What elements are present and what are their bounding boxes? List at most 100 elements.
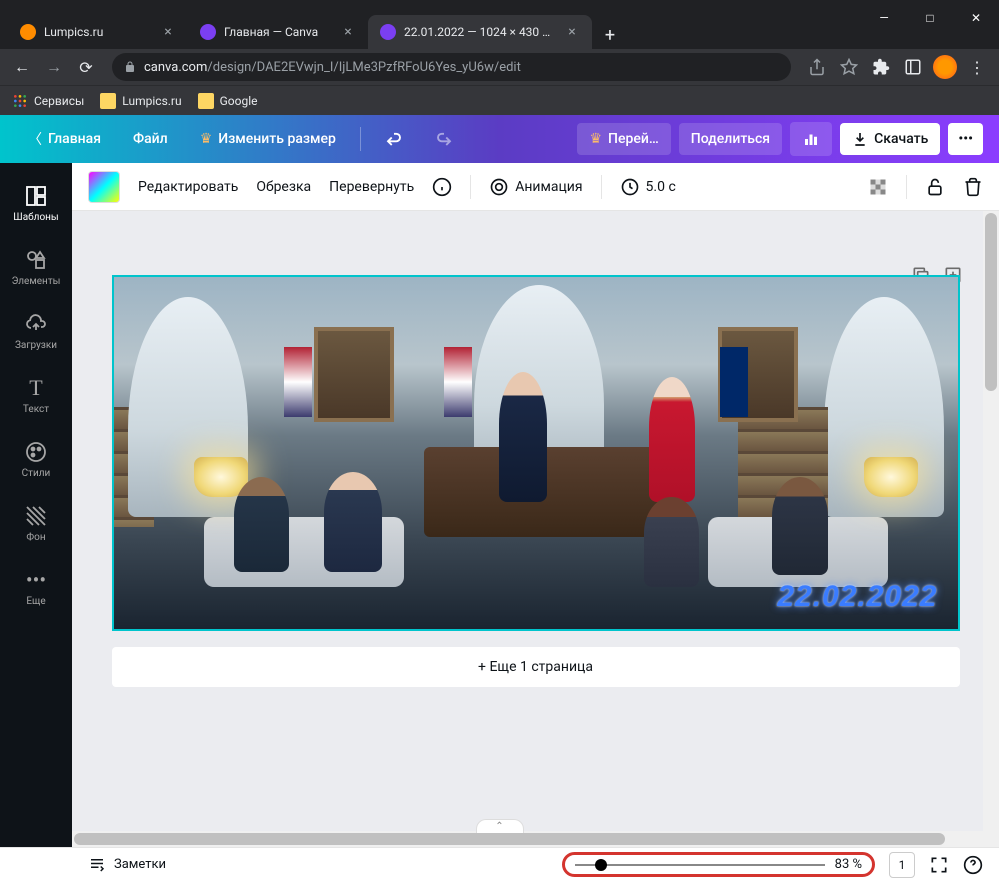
zoom-control-highlighted: 83 % xyxy=(562,852,875,877)
edit-image-button[interactable]: Редактировать xyxy=(138,179,238,195)
separator xyxy=(906,175,907,199)
page-peek-handle[interactable]: ⌃ xyxy=(476,819,524,833)
fullscreen-button[interactable] xyxy=(929,855,949,875)
tab-title: 22.01.2022 — 1024 × 430 пикс xyxy=(404,25,556,39)
share-icon[interactable] xyxy=(803,53,831,81)
vertical-scrollbar[interactable] xyxy=(983,211,999,847)
download-label: Скачать xyxy=(874,131,928,147)
profile-avatar[interactable] xyxy=(931,53,959,81)
tab-close-button[interactable]: × xyxy=(340,24,356,40)
page-number-button[interactable]: 1 xyxy=(889,852,915,878)
templates-icon xyxy=(24,184,48,208)
browser-tab-active[interactable]: 22.01.2022 — 1024 × 430 пикс × xyxy=(368,15,592,49)
context-toolbar: Редактировать Обрезка Перевернуть Анимац… xyxy=(72,163,999,211)
nav-forward-button[interactable]: → xyxy=(40,53,68,81)
notes-button[interactable]: Заметки xyxy=(114,857,166,872)
upgrade-label: Перей… xyxy=(608,131,659,147)
canvas-area[interactable]: 22.02.2022 + Еще 1 страница xyxy=(72,211,999,847)
color-picker-button[interactable] xyxy=(88,171,120,203)
flip-button[interactable]: Перевернуть xyxy=(329,179,414,195)
sidebar-label: Еще xyxy=(26,596,45,607)
sidebar-item-background[interactable]: Фон xyxy=(0,491,72,555)
extensions-icon[interactable] xyxy=(867,53,895,81)
resize-label: Изменить размер xyxy=(218,131,336,147)
chevron-left-icon: 〈 xyxy=(28,129,42,149)
reading-list-icon[interactable] xyxy=(899,53,927,81)
home-label: Главная xyxy=(48,131,101,147)
url-input[interactable]: canva.com/design/DAE2EVwjn_I/IjLMe3PzfRF… xyxy=(112,53,791,81)
info-button[interactable] xyxy=(432,177,452,197)
sidebar-item-more[interactable]: ••• Еще xyxy=(0,555,72,619)
delete-button[interactable] xyxy=(963,177,983,197)
date-text-overlay[interactable]: 22.02.2022 xyxy=(777,580,937,614)
animate-label: Анимация xyxy=(515,179,582,195)
browser-tab[interactable]: Главная — Canva × xyxy=(188,15,368,49)
sidebar-label: Элементы xyxy=(12,276,61,287)
more-menu-button[interactable]: ••• xyxy=(948,123,983,155)
sidebar-item-uploads[interactable]: Загрузки xyxy=(0,299,72,363)
design-canvas[interactable]: 22.02.2022 xyxy=(112,275,960,631)
add-page-bar[interactable]: + Еще 1 страница xyxy=(112,647,960,687)
insights-button[interactable] xyxy=(790,122,832,156)
lock-icon xyxy=(124,61,136,73)
lock-button[interactable] xyxy=(925,177,945,197)
workspace: Редактировать Обрезка Перевернуть Анимац… xyxy=(72,163,999,847)
star-icon[interactable] xyxy=(835,53,863,81)
horizontal-scrollbar[interactable] xyxy=(72,831,999,847)
sidebar-item-styles[interactable]: Стили xyxy=(0,427,72,491)
resize-button[interactable]: ♛ Изменить размер xyxy=(188,123,348,155)
apps-icon xyxy=(12,93,28,109)
bookmark-label: Lumpics.ru xyxy=(122,94,181,108)
redo-button[interactable] xyxy=(423,122,465,156)
sidebar-item-text[interactable]: T Текст xyxy=(0,363,72,427)
sidebar-item-templates[interactable]: Шаблоны xyxy=(0,171,72,235)
transparency-button[interactable] xyxy=(868,177,888,197)
download-button[interactable]: Скачать xyxy=(840,123,940,155)
folder-icon xyxy=(100,93,116,109)
favicon-icon xyxy=(20,24,36,40)
more-icon: ••• xyxy=(24,568,48,592)
bookmark-label: Google xyxy=(220,94,258,108)
animate-button[interactable]: Анимация xyxy=(489,177,582,197)
tab-close-button[interactable]: × xyxy=(160,24,176,40)
bookmark-item[interactable]: Сервисы xyxy=(12,93,84,109)
home-button[interactable]: 〈 Главная xyxy=(16,121,113,157)
duration-button[interactable]: 5.0 с xyxy=(620,177,676,197)
upgrade-button[interactable]: ♛ Перей… xyxy=(577,123,670,155)
url-domain: canva.com xyxy=(144,60,207,75)
crown-icon: ♛ xyxy=(200,131,213,147)
bookmark-item[interactable]: Google xyxy=(198,93,258,109)
browser-tab[interactable]: Lumpics.ru × xyxy=(8,15,188,49)
nav-back-button[interactable]: ← xyxy=(8,53,36,81)
window-maximize-button[interactable]: □ xyxy=(907,0,953,36)
help-button[interactable] xyxy=(963,855,983,875)
tab-close-button[interactable]: × xyxy=(564,24,580,40)
zoom-slider[interactable] xyxy=(575,864,825,866)
uploads-icon xyxy=(24,312,48,336)
undo-button[interactable] xyxy=(373,122,415,156)
favicon-icon xyxy=(200,24,216,40)
bookmark-item[interactable]: Lumpics.ru xyxy=(100,93,181,109)
canva-sidebar: Шаблоны Элементы Загрузки T Текст Стили … xyxy=(0,163,72,847)
text-icon: T xyxy=(24,376,48,400)
window-close-button[interactable]: ✕ xyxy=(953,0,999,36)
zoom-value[interactable]: 83 % xyxy=(835,857,862,872)
share-button[interactable]: Поделиться xyxy=(679,123,782,155)
crown-icon: ♛ xyxy=(589,131,602,147)
browser-addressbar: ← → ⟳ canva.com/design/DAE2EVwjn_I/IjLMe… xyxy=(0,49,999,85)
zoom-slider-thumb[interactable] xyxy=(595,859,607,871)
window-minimize-button[interactable]: — xyxy=(861,0,907,36)
canva-header: 〈 Главная Файл ♛ Изменить размер ♛ Перей… xyxy=(0,115,999,163)
file-menu-button[interactable]: Файл xyxy=(121,123,180,155)
crop-button[interactable]: Обрезка xyxy=(256,179,311,195)
url-path: /design/DAE2EVwjn_I/IjLMe3PzfRFoU6Yes_yU… xyxy=(207,60,520,75)
sidebar-item-elements[interactable]: Элементы xyxy=(0,235,72,299)
bookmark-label: Сервисы xyxy=(34,94,84,108)
tab-title: Главная — Canva xyxy=(224,25,332,39)
new-tab-button[interactable]: + xyxy=(596,21,624,49)
duration-label: 5.0 с xyxy=(646,179,676,195)
nav-reload-button[interactable]: ⟳ xyxy=(72,53,100,81)
sidebar-label: Фон xyxy=(26,532,45,543)
tab-title: Lumpics.ru xyxy=(44,25,152,39)
browser-menu-button[interactable]: ⋮ xyxy=(963,53,991,81)
